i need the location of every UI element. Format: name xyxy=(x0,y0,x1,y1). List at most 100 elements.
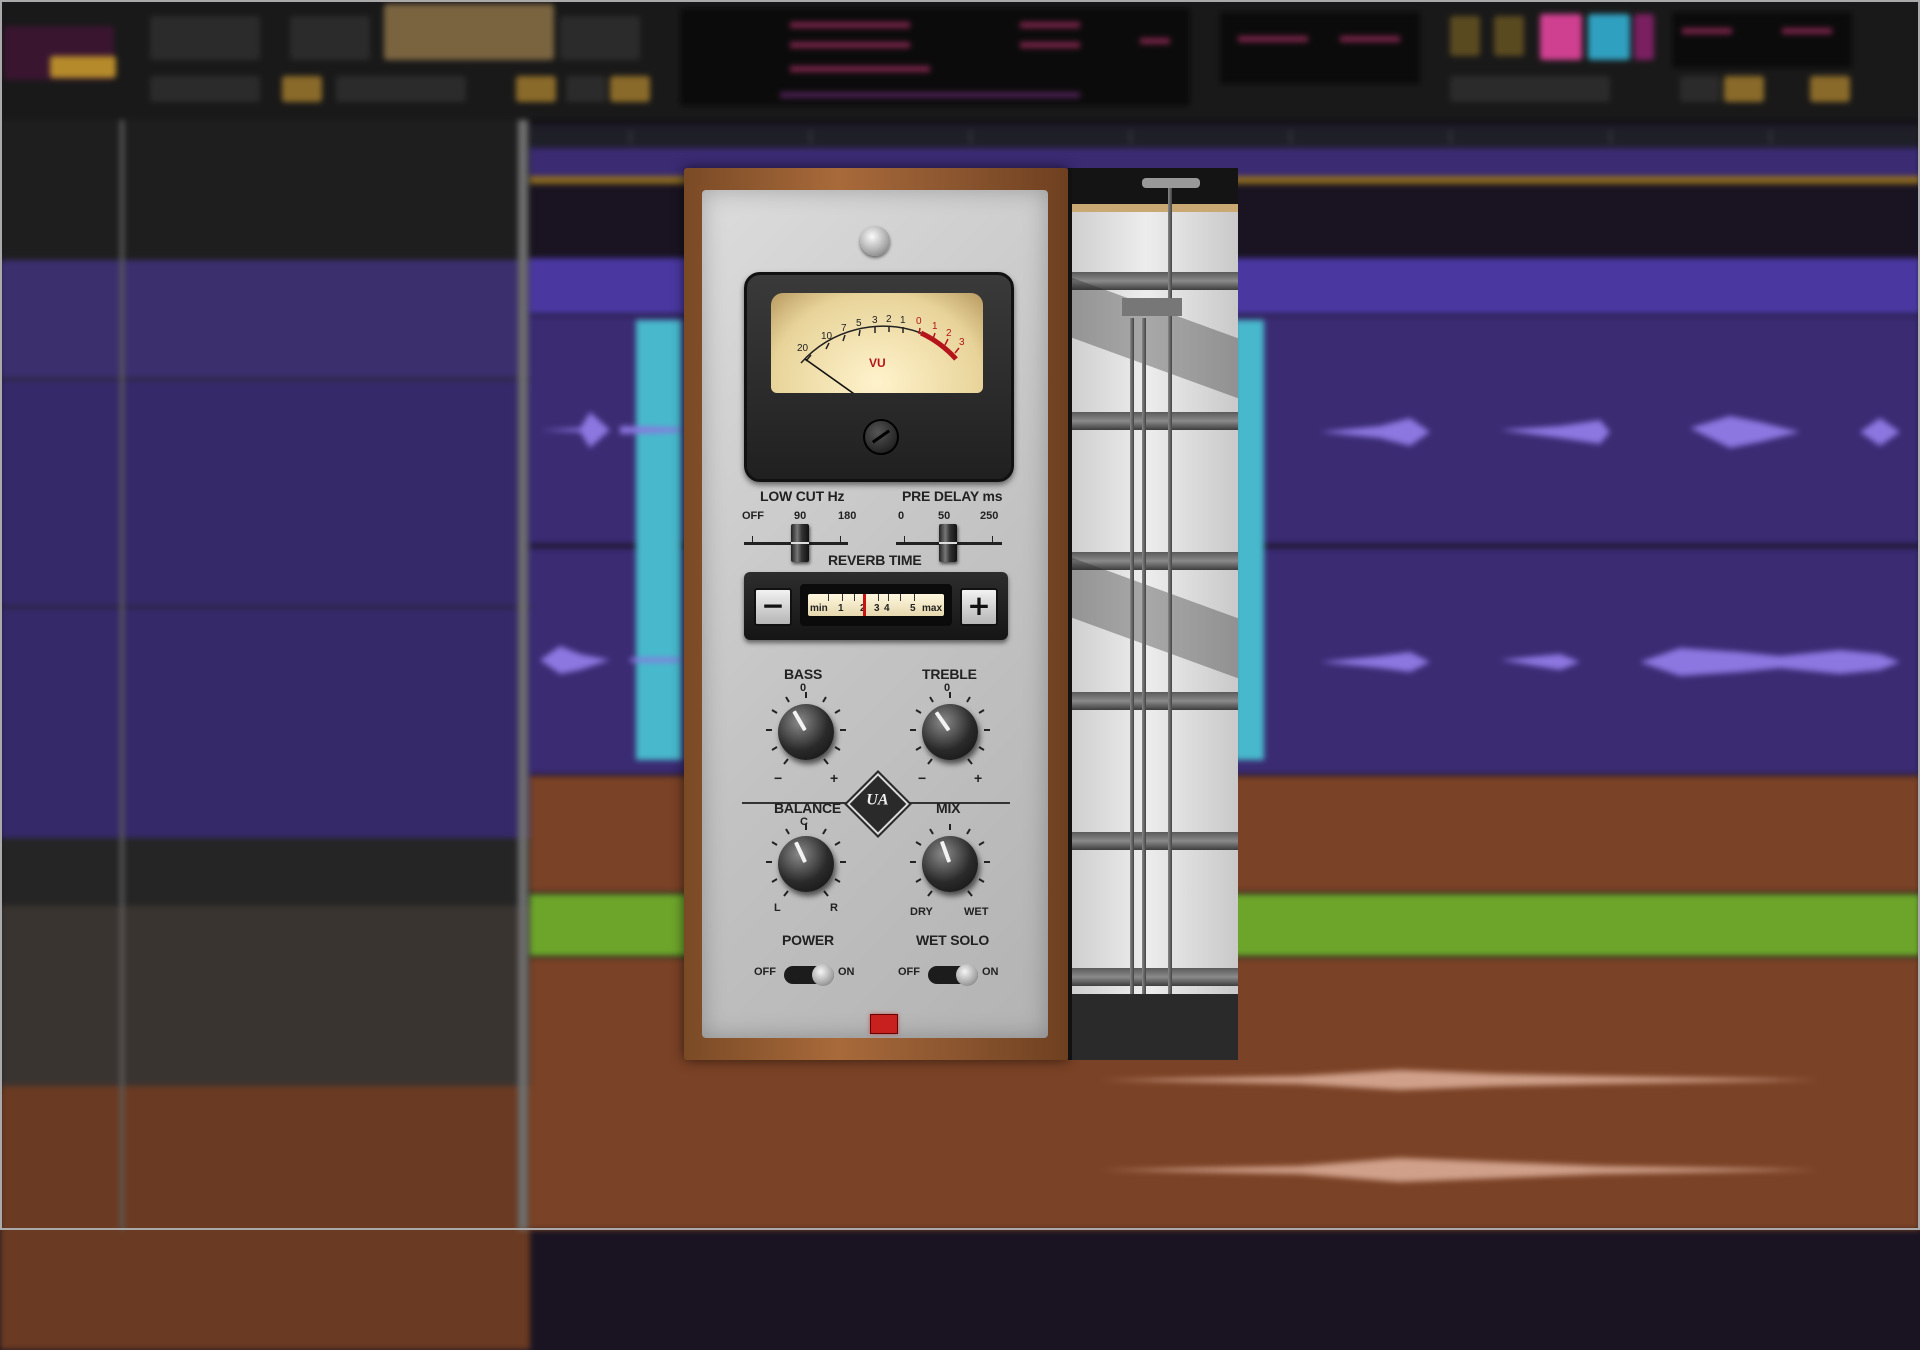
timeline-ruler[interactable] xyxy=(530,126,1920,148)
wet-solo-toggle[interactable] xyxy=(928,964,978,986)
pre-delay-slider-handle[interactable] xyxy=(939,524,957,562)
toolbar-block[interactable] xyxy=(566,76,606,102)
mix-dry: DRY xyxy=(910,906,933,918)
pre-delay-tick: 50 xyxy=(938,510,951,522)
balance-knob[interactable] xyxy=(778,836,834,892)
low-cut-tick: 180 xyxy=(838,510,857,522)
reverb-time-display: min 1 2 3 4 5 max xyxy=(800,584,952,626)
treble-plus: + xyxy=(974,770,983,786)
pre-delay-label: PRE DELAY ms xyxy=(902,488,1003,504)
wet-solo-label: WET SOLO xyxy=(916,932,990,948)
playhead[interactable] xyxy=(518,120,528,1230)
vu-meter-scale: 20 10 7 5 3 2 1 0 1 2 3 VU xyxy=(797,314,965,393)
toolbar-block[interactable] xyxy=(1494,16,1524,56)
treble-minus: − xyxy=(918,770,927,786)
bass-plus: + xyxy=(830,770,839,786)
meter-display xyxy=(1672,12,1852,68)
toolbar-block[interactable] xyxy=(282,76,322,102)
ua-logo: UA xyxy=(844,770,912,838)
balance-left: L xyxy=(774,902,781,914)
reverb-scale-label: 3 xyxy=(874,603,880,614)
reverb-time-control: − min 1 2 3 4 5 max + xyxy=(744,572,1008,640)
mix-knob[interactable] xyxy=(922,836,978,892)
daw-toolbar xyxy=(0,0,1920,122)
chamber-rod xyxy=(1130,318,1134,998)
vu-scale-label: 1 xyxy=(932,321,938,332)
waveform xyxy=(1320,412,1900,452)
toolbar-block[interactable] xyxy=(1810,76,1850,102)
toolbar-block[interactable] xyxy=(290,16,370,60)
toolbar-block[interactable] xyxy=(1450,76,1610,102)
reverb-scale-label: 1 xyxy=(838,603,844,614)
chamber-base xyxy=(1072,994,1238,1060)
reverb-time-indicator xyxy=(863,594,867,616)
power-off-label: OFF xyxy=(754,966,776,978)
bass-knob[interactable] xyxy=(778,704,834,760)
chamber-shelf xyxy=(1072,968,1238,986)
power-label: POWER xyxy=(782,932,834,948)
bass-minus: − xyxy=(774,770,783,786)
bass-label: BASS xyxy=(784,666,823,682)
power-led xyxy=(870,1014,898,1034)
vu-scale-label: 2 xyxy=(886,314,892,325)
waveform xyxy=(1100,1060,1820,1100)
waveform xyxy=(540,410,680,450)
audio-clip[interactable] xyxy=(636,320,682,760)
toolbar-block[interactable] xyxy=(336,76,466,102)
vu-scale-label: 2 xyxy=(946,328,952,339)
toolbar-block[interactable] xyxy=(610,76,650,102)
pre-delay-tick: 0 xyxy=(898,510,905,522)
power-on-label: ON xyxy=(838,966,855,978)
toolbar-block[interactable] xyxy=(1724,76,1764,102)
vu-scale-label: 0 xyxy=(916,316,922,327)
vu-meter: 20 10 7 5 3 2 1 0 1 2 3 VU xyxy=(744,272,1014,482)
toolbar-block[interactable] xyxy=(1588,14,1630,60)
low-cut-tick: 90 xyxy=(794,510,807,522)
vu-scale-label: 3 xyxy=(872,315,878,326)
toolbar-block[interactable] xyxy=(150,16,260,60)
reverb-scale-label: 5 xyxy=(910,603,916,614)
toolbar-block[interactable] xyxy=(560,16,640,60)
reverb-time-decrease-button[interactable]: − xyxy=(754,588,792,626)
wood-frame: 20 10 7 5 3 2 1 0 1 2 3 VU LOW CUT Hz OF… xyxy=(684,168,1068,1060)
low-cut-slider-handle[interactable] xyxy=(791,524,810,562)
toolbar-block[interactable] xyxy=(516,76,556,102)
treble-knob[interactable] xyxy=(922,704,978,760)
chamber-shadow xyxy=(1072,557,1238,679)
reverb-time-increase-button[interactable]: + xyxy=(960,588,998,626)
power-toggle[interactable] xyxy=(784,964,834,986)
toolbar-block[interactable] xyxy=(1540,14,1582,60)
toolbar-block[interactable] xyxy=(1634,14,1654,60)
panel-divider[interactable] xyxy=(120,120,124,1230)
reverb-scale-label: min xyxy=(810,603,828,614)
wet-solo-on-label: ON xyxy=(982,966,999,978)
chamber-shelf xyxy=(1072,832,1238,850)
low-cut-tick: OFF xyxy=(742,510,764,522)
vu-scale-label: 1 xyxy=(900,315,906,326)
reverb-scale-label: 4 xyxy=(884,603,890,614)
vu-scale-label: 3 xyxy=(959,337,965,348)
balance-label: BALANCE xyxy=(774,800,842,816)
toolbar-block-active[interactable] xyxy=(384,4,554,60)
toolbar-block[interactable] xyxy=(1450,16,1480,56)
mount-screw xyxy=(860,226,890,256)
plate-chamber-view xyxy=(1068,168,1238,1060)
reverb-time-label: REVERB TIME xyxy=(828,552,922,568)
audio-clip[interactable] xyxy=(1234,320,1264,760)
toolbar-block[interactable] xyxy=(1680,76,1720,102)
toolbar-badge[interactable] xyxy=(50,56,116,78)
pre-delay-tick: 250 xyxy=(980,510,999,522)
tracks-panel xyxy=(0,120,530,1350)
treble-label: TREBLE xyxy=(922,666,977,682)
chamber-beam xyxy=(1072,204,1238,212)
vu-scale-label: 7 xyxy=(841,323,847,334)
reverb-time-scale: min 1 2 3 4 5 max xyxy=(808,594,944,616)
toolbar-block[interactable] xyxy=(150,76,260,102)
counter-display xyxy=(1220,12,1420,84)
vu-scale-label: 10 xyxy=(821,331,833,342)
waveform xyxy=(540,640,680,680)
balance-right: R xyxy=(830,902,838,914)
vu-zero-adjust-screw[interactable] xyxy=(863,419,899,455)
mix-wet: WET xyxy=(964,906,989,918)
vu-scale-label: 5 xyxy=(856,318,862,329)
